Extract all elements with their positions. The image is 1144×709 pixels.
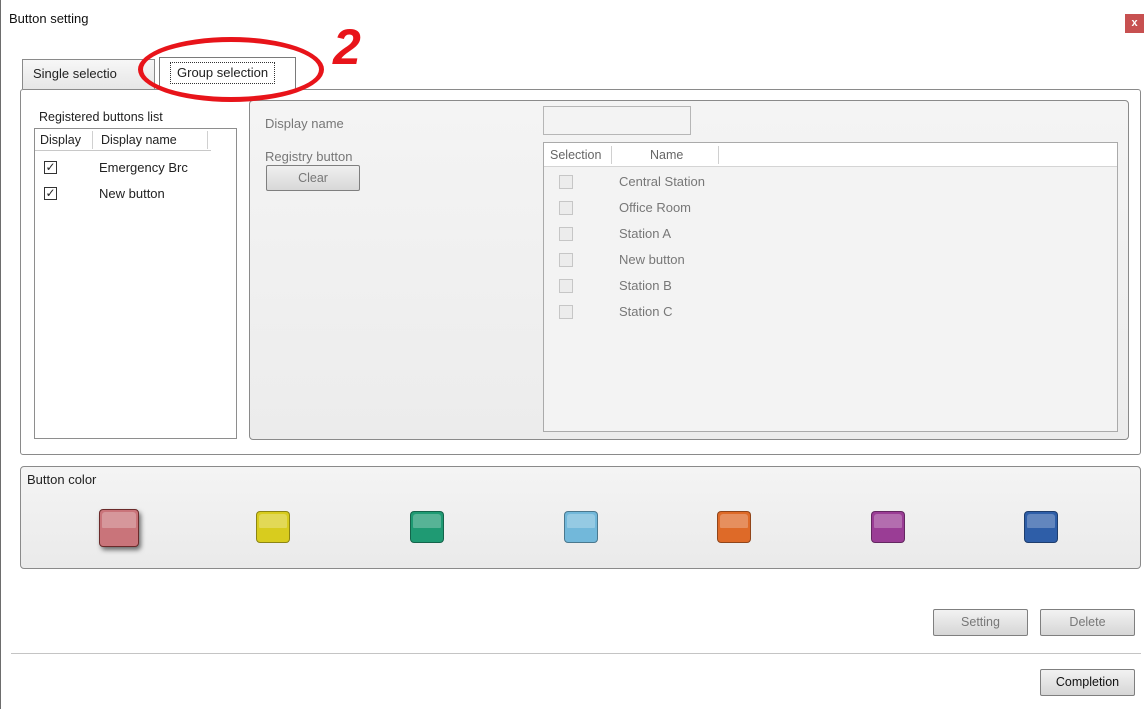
- list-item-name: New button: [619, 252, 685, 267]
- tab-single-selection[interactable]: Single selectio: [22, 59, 155, 89]
- list-item[interactable]: Station B: [544, 277, 1117, 303]
- selection-checkbox[interactable]: [559, 175, 573, 189]
- registry-button-label: Registry button: [265, 149, 353, 164]
- annotation-step-number: 2: [333, 19, 361, 75]
- setting-button[interactable]: Setting: [933, 609, 1028, 636]
- close-button[interactable]: x: [1125, 14, 1144, 33]
- completion-button[interactable]: Completion: [1040, 669, 1135, 696]
- color-swatch-orange[interactable]: [717, 511, 751, 543]
- color-swatch-yellow[interactable]: [256, 511, 290, 543]
- list-item-name: New button: [99, 186, 165, 201]
- display-checkbox[interactable]: ✓: [44, 187, 57, 200]
- selection-checkbox[interactable]: [559, 227, 573, 241]
- list-item-name: Station A: [619, 226, 672, 241]
- list-item[interactable]: Station A: [544, 225, 1117, 251]
- station-selection-list: Selection Name Central Station Office Ro…: [543, 142, 1118, 432]
- column-selection[interactable]: Selection: [550, 148, 601, 162]
- selection-checkbox[interactable]: [559, 201, 573, 215]
- list-item-name: Station B: [619, 278, 672, 293]
- registered-list-header: Display Display name: [35, 129, 211, 151]
- selection-list-header: Selection Name: [544, 143, 1117, 167]
- column-separator: [718, 146, 719, 164]
- registered-buttons-list: Display Display name ✓ Emergency Brc ✓ N…: [34, 128, 237, 439]
- color-swatch-green[interactable]: [410, 511, 444, 543]
- list-item[interactable]: ✓ Emergency Brc: [35, 159, 235, 183]
- column-name[interactable]: Name: [650, 148, 683, 162]
- list-item[interactable]: ✓ New button: [35, 185, 235, 209]
- column-separator: [611, 146, 612, 164]
- registered-list-label: Registered buttons list: [39, 110, 163, 124]
- color-swatch-red[interactable]: [99, 509, 139, 547]
- list-item-name: Emergency Brc: [99, 160, 188, 175]
- selection-checkbox[interactable]: [559, 253, 573, 267]
- color-swatch-purple[interactable]: [871, 511, 905, 543]
- button-setting-window: Button setting x Single selectio Group s…: [0, 0, 1144, 709]
- column-display-name[interactable]: Display name: [101, 133, 177, 147]
- selection-checkbox[interactable]: [559, 305, 573, 319]
- column-separator: [92, 131, 93, 149]
- list-item-name: Station C: [619, 304, 673, 319]
- delete-button[interactable]: Delete: [1040, 609, 1135, 636]
- list-item[interactable]: Office Room: [544, 199, 1117, 225]
- display-name-label: Display name: [265, 116, 344, 131]
- color-swatch-light-blue[interactable]: [564, 511, 598, 543]
- list-item-name: Central Station: [619, 174, 705, 189]
- divider: [11, 653, 1141, 654]
- column-separator: [207, 131, 208, 149]
- list-item[interactable]: New button: [544, 251, 1117, 277]
- button-color-label: Button color: [27, 472, 97, 487]
- list-item[interactable]: Central Station: [544, 173, 1117, 199]
- list-item[interactable]: Station C: [544, 303, 1117, 329]
- annotation-ellipse: [138, 37, 324, 102]
- selection-checkbox[interactable]: [559, 279, 573, 293]
- list-item-name: Office Room: [619, 200, 692, 215]
- window-title: Button setting: [9, 11, 89, 26]
- column-display[interactable]: Display: [40, 133, 81, 147]
- display-checkbox[interactable]: ✓: [44, 161, 57, 174]
- color-swatch-blue[interactable]: [1024, 511, 1058, 543]
- display-name-input[interactable]: [543, 106, 691, 135]
- clear-button[interactable]: Clear: [266, 165, 360, 191]
